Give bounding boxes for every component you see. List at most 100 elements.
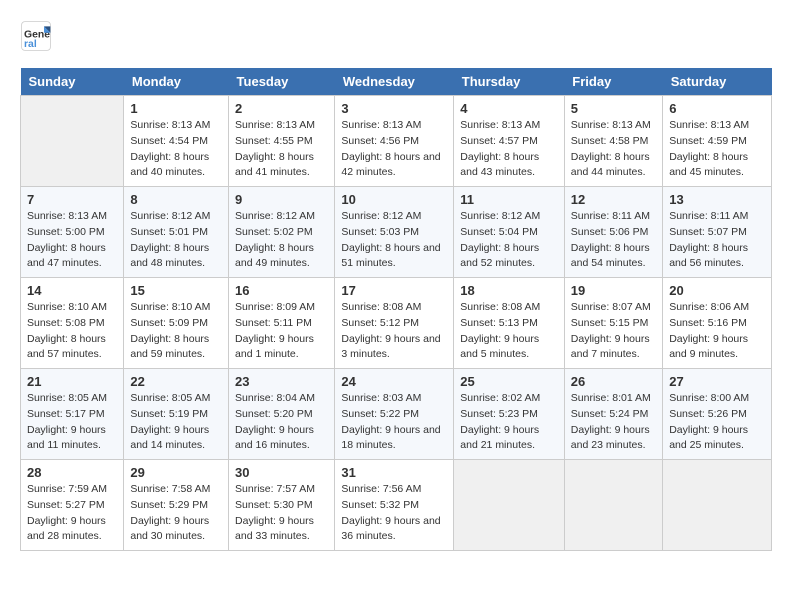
calendar-cell: 21Sunrise: 8:05 AMSunset: 5:17 PMDayligh…	[21, 369, 124, 460]
calendar-cell: 19Sunrise: 8:07 AMSunset: 5:15 PMDayligh…	[564, 278, 662, 369]
day-info: Sunrise: 8:10 AMSunset: 5:09 PMDaylight:…	[130, 300, 222, 363]
calendar-cell: 24 Sunrise: 8:03 AMSunset: 5:22 PMDayligh…	[335, 369, 454, 460]
calendar-cell: 15 Sunrise: 8:10 AMSunset: 5:09 PMDayligh…	[124, 278, 229, 369]
day-header-thursday: Thursday	[454, 68, 565, 96]
logo: Gene ral	[20, 20, 56, 52]
day-number: 21	[27, 374, 117, 389]
day-info: Sunrise: 8:03 AMSunset: 5:22 PMDaylight:…	[341, 391, 447, 454]
day-info: Sunrise: 8:02 AMSunset: 5:23 PMDaylight:…	[460, 391, 558, 454]
day-number: 18	[460, 283, 558, 298]
day-info: Sunrise: 7:57 AMSunset: 5:30 PMDaylight:…	[235, 482, 328, 545]
day-number: 26	[571, 374, 656, 389]
day-header-saturday: Saturday	[663, 68, 772, 96]
day-number: 25	[460, 374, 558, 389]
day-info: Sunrise: 7:59 AMSunset: 5:27 PMDaylight:…	[27, 482, 117, 545]
day-info: Sunrise: 8:13 AMSunset: 4:58 PMDaylight:…	[571, 118, 656, 181]
calendar-week-row: 21Sunrise: 8:05 AMSunset: 5:17 PMDayligh…	[21, 369, 772, 460]
day-number: 27	[669, 374, 765, 389]
calendar-cell: 18 Sunrise: 8:08 AMSunset: 5:13 PMDayligh…	[454, 278, 565, 369]
day-info: Sunrise: 8:13 AMSunset: 5:00 PMDaylight:…	[27, 209, 117, 272]
calendar-cell: 9 Sunrise: 8:12 AMSunset: 5:02 PMDaylight…	[229, 187, 335, 278]
day-info: Sunrise: 8:08 AMSunset: 5:13 PMDaylight:…	[460, 300, 558, 363]
calendar-cell: 20 Sunrise: 8:06 AMSunset: 5:16 PMDayligh…	[663, 278, 772, 369]
day-info: Sunrise: 7:56 AMSunset: 5:32 PMDaylight:…	[341, 482, 447, 545]
calendar-cell: 27 Sunrise: 8:00 AMSunset: 5:26 PMDayligh…	[663, 369, 772, 460]
day-number: 4	[460, 101, 558, 116]
calendar-cell: 2 Sunrise: 8:13 AMSunset: 4:55 PMDaylight…	[229, 96, 335, 187]
calendar-cell: 13Sunrise: 8:11 AMSunset: 5:07 PMDayligh…	[663, 187, 772, 278]
day-info: Sunrise: 8:13 AMSunset: 4:59 PMDaylight:…	[669, 118, 765, 181]
day-info: Sunrise: 8:12 AMSunset: 5:02 PMDaylight:…	[235, 209, 328, 272]
day-number: 8	[130, 192, 222, 207]
day-header-friday: Friday	[564, 68, 662, 96]
day-info: Sunrise: 8:13 AMSunset: 4:54 PMDaylight:…	[130, 118, 222, 181]
day-number: 15	[130, 283, 222, 298]
day-number: 5	[571, 101, 656, 116]
day-number: 29	[130, 465, 222, 480]
day-info: Sunrise: 8:00 AMSunset: 5:26 PMDaylight:…	[669, 391, 765, 454]
calendar-cell: 8 Sunrise: 8:12 AMSunset: 5:01 PMDaylight…	[124, 187, 229, 278]
day-info: Sunrise: 8:07 AMSunset: 5:15 PMDaylight:…	[571, 300, 656, 363]
day-number: 17	[341, 283, 447, 298]
day-info: Sunrise: 8:13 AMSunset: 4:57 PMDaylight:…	[460, 118, 558, 181]
calendar-cell	[454, 460, 565, 551]
day-header-wednesday: Wednesday	[335, 68, 454, 96]
day-info: Sunrise: 8:11 AMSunset: 5:06 PMDaylight:…	[571, 209, 656, 272]
calendar-cell: 30 Sunrise: 7:57 AMSunset: 5:30 PMDayligh…	[229, 460, 335, 551]
calendar-cell: 12 Sunrise: 8:11 AMSunset: 5:06 PMDayligh…	[564, 187, 662, 278]
day-number: 10	[341, 192, 447, 207]
calendar-cell: 16 Sunrise: 8:09 AMSunset: 5:11 PMDayligh…	[229, 278, 335, 369]
day-header-monday: Monday	[124, 68, 229, 96]
page-header: Gene ral	[20, 20, 772, 52]
day-info: Sunrise: 8:08 AMSunset: 5:12 PMDaylight:…	[341, 300, 447, 363]
day-number: 3	[341, 101, 447, 116]
day-info: Sunrise: 8:12 AMSunset: 5:03 PMDaylight:…	[341, 209, 447, 272]
day-number: 9	[235, 192, 328, 207]
day-number: 14	[27, 283, 117, 298]
day-info: Sunrise: 8:06 AMSunset: 5:16 PMDaylight:…	[669, 300, 765, 363]
logo-icon: Gene ral	[20, 20, 52, 52]
day-info: Sunrise: 8:10 AMSunset: 5:08 PMDaylight:…	[27, 300, 117, 363]
day-header-sunday: Sunday	[21, 68, 124, 96]
calendar-cell: 28 Sunrise: 7:59 AMSunset: 5:27 PMDayligh…	[21, 460, 124, 551]
calendar-cell: 4 Sunrise: 8:13 AMSunset: 4:57 PMDaylight…	[454, 96, 565, 187]
day-info: Sunrise: 8:13 AMSunset: 4:55 PMDaylight:…	[235, 118, 328, 181]
day-number: 11	[460, 192, 558, 207]
day-number: 2	[235, 101, 328, 116]
day-info: Sunrise: 8:09 AMSunset: 5:11 PMDaylight:…	[235, 300, 328, 363]
calendar-header-row: SundayMondayTuesdayWednesdayThursdayFrid…	[21, 68, 772, 96]
day-number: 30	[235, 465, 328, 480]
calendar-cell: 11 Sunrise: 8:12 AMSunset: 5:04 PMDayligh…	[454, 187, 565, 278]
day-info: Sunrise: 7:58 AMSunset: 5:29 PMDaylight:…	[130, 482, 222, 545]
calendar-cell: 6 Sunrise: 8:13 AMSunset: 4:59 PMDaylight…	[663, 96, 772, 187]
day-number: 7	[27, 192, 117, 207]
calendar-cell: 10 Sunrise: 8:12 AMSunset: 5:03 PMDayligh…	[335, 187, 454, 278]
calendar-cell: 25 Sunrise: 8:02 AMSunset: 5:23 PMDayligh…	[454, 369, 565, 460]
calendar-cell	[21, 96, 124, 187]
day-number: 1	[130, 101, 222, 116]
calendar-cell: 7 Sunrise: 8:13 AMSunset: 5:00 PMDaylight…	[21, 187, 124, 278]
day-number: 6	[669, 101, 765, 116]
calendar-cell: 14 Sunrise: 8:10 AMSunset: 5:08 PMDayligh…	[21, 278, 124, 369]
calendar-cell: 26Sunrise: 8:01 AMSunset: 5:24 PMDayligh…	[564, 369, 662, 460]
calendar-week-row: 14 Sunrise: 8:10 AMSunset: 5:08 PMDayligh…	[21, 278, 772, 369]
calendar-week-row: 28 Sunrise: 7:59 AMSunset: 5:27 PMDayligh…	[21, 460, 772, 551]
day-number: 24	[341, 374, 447, 389]
day-number: 28	[27, 465, 117, 480]
day-number: 12	[571, 192, 656, 207]
svg-text:ral: ral	[24, 39, 37, 50]
day-info: Sunrise: 8:11 AMSunset: 5:07 PMDaylight:…	[669, 209, 765, 272]
calendar-cell	[564, 460, 662, 551]
day-info: Sunrise: 8:12 AMSunset: 5:01 PMDaylight:…	[130, 209, 222, 272]
day-number: 22	[130, 374, 222, 389]
day-info: Sunrise: 8:04 AMSunset: 5:20 PMDaylight:…	[235, 391, 328, 454]
day-number: 16	[235, 283, 328, 298]
calendar-cell: 23Sunrise: 8:04 AMSunset: 5:20 PMDayligh…	[229, 369, 335, 460]
calendar-week-row: 7 Sunrise: 8:13 AMSunset: 5:00 PMDaylight…	[21, 187, 772, 278]
day-info: Sunrise: 8:05 AMSunset: 5:19 PMDaylight:…	[130, 391, 222, 454]
calendar-cell: 5 Sunrise: 8:13 AMSunset: 4:58 PMDaylight…	[564, 96, 662, 187]
day-number: 20	[669, 283, 765, 298]
calendar-cell: 1 Sunrise: 8:13 AMSunset: 4:54 PMDaylight…	[124, 96, 229, 187]
day-info: Sunrise: 8:12 AMSunset: 5:04 PMDaylight:…	[460, 209, 558, 272]
calendar-cell: 22 Sunrise: 8:05 AMSunset: 5:19 PMDayligh…	[124, 369, 229, 460]
